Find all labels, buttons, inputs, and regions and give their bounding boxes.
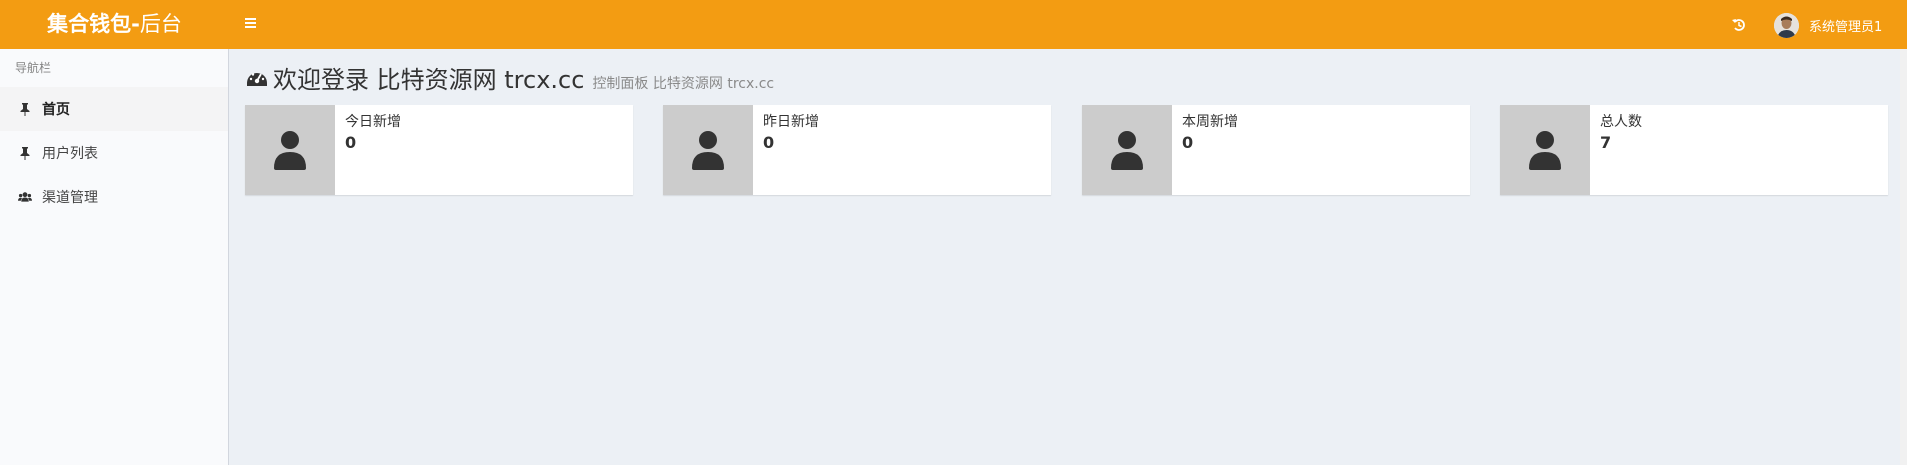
- pin-icon: [18, 102, 32, 116]
- stat-value: 0: [1182, 133, 1194, 152]
- page-subtitle: 控制面板 比特资源网 trcx.cc: [592, 76, 775, 92]
- brand-suffix: 后台: [139, 12, 182, 36]
- stat-label: 今日新增: [345, 114, 401, 130]
- user-icon: [663, 105, 753, 195]
- user-icon: [1500, 105, 1590, 195]
- history-icon[interactable]: [1728, 14, 1750, 36]
- sidebar-item-label: 首页: [42, 102, 70, 118]
- sidebar-item-label: 渠道管理: [42, 190, 98, 206]
- sidebar-item-home[interactable]: 首页: [0, 87, 228, 131]
- pin-icon: [18, 146, 32, 160]
- stat-label: 昨日新增: [763, 114, 819, 130]
- stat-value: 7: [1600, 133, 1612, 152]
- stat-box-week: 本周新增 0: [1082, 105, 1470, 195]
- stat-box-yesterday: 昨日新增 0: [663, 105, 1051, 195]
- brand-name: 集合钱包-: [47, 12, 140, 36]
- top-navbar: 集合钱包-后台 系统管理员1: [0, 0, 1907, 49]
- sidebar: 导航栏 首页 用户列表 渠道管理: [0, 49, 229, 465]
- sidebar-item-label: 用户列表: [42, 146, 98, 162]
- stat-value: 0: [345, 133, 357, 152]
- user-icon: [1082, 105, 1172, 195]
- sidebar-heading: 导航栏: [15, 61, 52, 75]
- stat-label: 总人数: [1600, 114, 1642, 130]
- sidebar-toggle-button[interactable]: [242, 14, 260, 34]
- scrollbar[interactable]: [1900, 49, 1907, 465]
- stat-label: 本周新增: [1182, 114, 1238, 130]
- dashboard-icon: [247, 72, 267, 86]
- users-icon: [18, 190, 32, 204]
- avatar: [1774, 12, 1799, 38]
- app-logo[interactable]: 集合钱包-后台: [0, 0, 229, 49]
- user-name: 系统管理员1: [1809, 19, 1883, 35]
- sidebar-item-channels[interactable]: 渠道管理: [0, 175, 228, 219]
- user-menu[interactable]: 系统管理员1: [1774, 10, 1882, 40]
- user-icon: [245, 105, 335, 195]
- stat-box-today: 今日新增 0: [245, 105, 633, 195]
- page-title: 欢迎登录 比特资源网 trcx.cc: [273, 66, 585, 94]
- sidebar-item-users[interactable]: 用户列表: [0, 131, 228, 175]
- stat-value: 0: [763, 133, 775, 152]
- content-header: 欢迎登录 比特资源网 trcx.cc 控制面板 比特资源网 trcx.cc: [245, 60, 774, 95]
- stat-box-total: 总人数 7: [1500, 105, 1888, 195]
